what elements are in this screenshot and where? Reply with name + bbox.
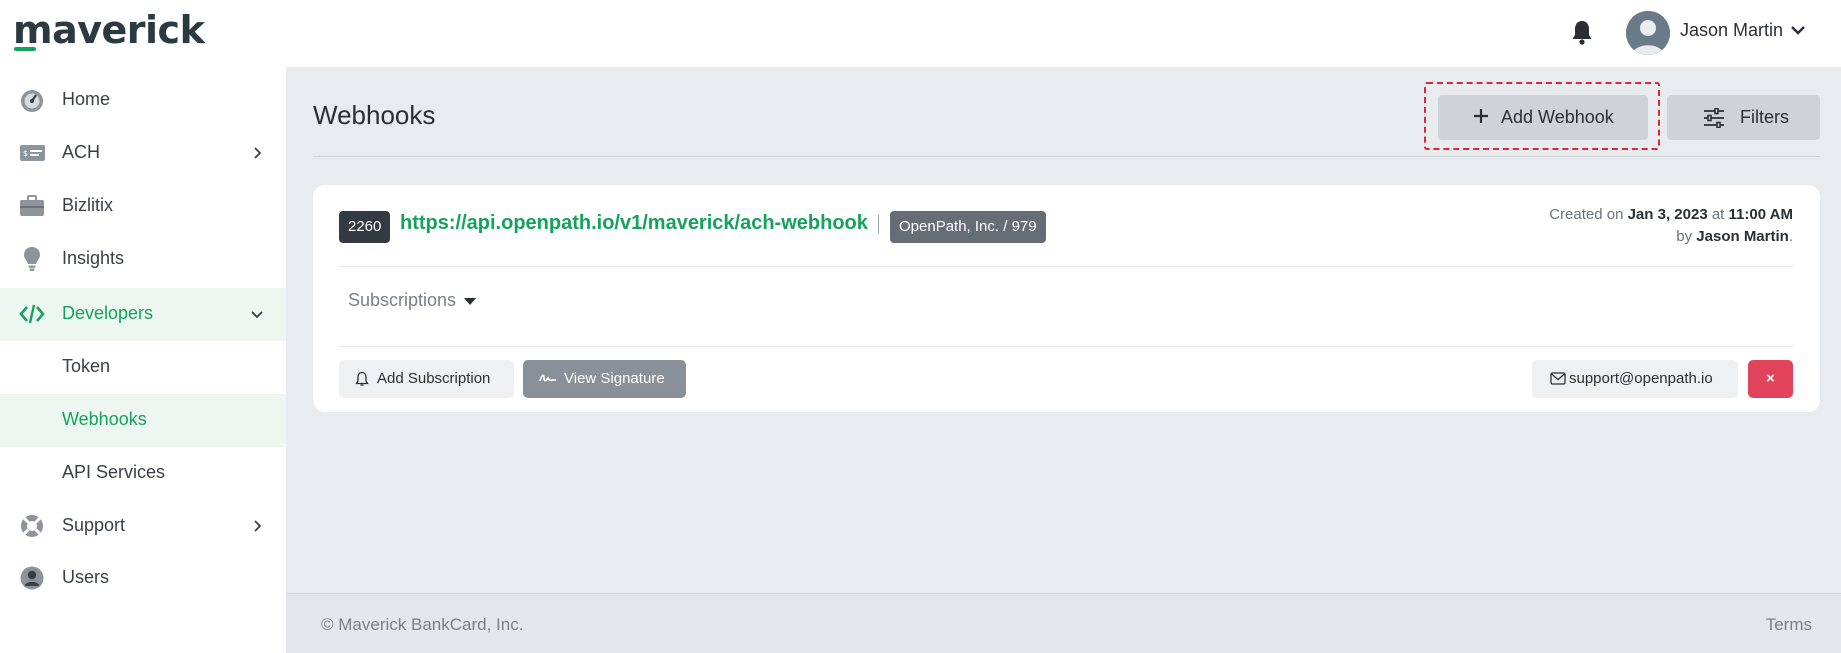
divider	[878, 215, 879, 233]
sidebar-item-label: Home	[62, 89, 111, 109]
add-webhook-button[interactable]: Add Webhook	[1438, 95, 1648, 140]
sidebar-item-ach[interactable]: $ ACH	[0, 127, 286, 180]
created-meta: Created on Jan 3, 2023 at 11:00 AM by Ja…	[1549, 206, 1793, 245]
webhook-id-badge: 2260	[339, 211, 391, 243]
maverick-logo[interactable]: maverick	[13, 6, 205, 54]
sidebar-item-bizlitix[interactable]: Bizlitix	[0, 180, 286, 233]
support-email-button[interactable]: support@openpath.io	[1532, 360, 1738, 398]
sidebar-item-home[interactable]: Home	[0, 74, 286, 127]
terms-link[interactable]: Terms	[1766, 615, 1812, 635]
footer: © Maverick BankCard, Inc. Terms	[286, 593, 1841, 653]
svg-text:$: $	[23, 149, 28, 158]
plus-icon	[1474, 109, 1488, 123]
user-silhouette-icon	[1626, 11, 1670, 55]
top-bar: maverick Jason Martin	[0, 0, 1841, 67]
sidebar-item-support[interactable]: Support	[0, 500, 286, 553]
sidebar-item-label: Users	[62, 567, 110, 587]
subscriptions-toggle[interactable]: Subscriptions	[348, 290, 456, 311]
lightbulb-icon	[24, 247, 40, 271]
lifebuoy-icon	[21, 515, 43, 537]
page-title: Webhooks	[313, 100, 436, 130]
add-subscription-button[interactable]: Add Subscription	[339, 360, 514, 398]
created-by: Jason Martin	[1696, 228, 1789, 245]
sidebar-item-label: Developers	[62, 303, 154, 323]
logo-accent	[14, 47, 36, 51]
sidebar: Home $ ACH Bizlitix Insights Developers …	[0, 67, 286, 653]
sidebar-item-webhooks[interactable]: Webhooks	[0, 394, 286, 447]
gauge-icon	[21, 90, 43, 112]
chevron-down-icon	[251, 311, 263, 319]
sidebar-item-users[interactable]: Users	[0, 552, 286, 605]
sidebar-item-label: ACH	[62, 142, 101, 162]
bell-icon[interactable]	[1571, 19, 1593, 45]
avatar[interactable]	[1626, 11, 1670, 55]
support-email-label: support@openpath.io	[1569, 370, 1713, 387]
created-prefix: Created on	[1549, 206, 1624, 223]
webhook-url-link[interactable]: https://api.openpath.io/v1/maverick/ach-…	[400, 212, 868, 235]
created-time: 11:00 AM	[1728, 206, 1793, 223]
briefcase-icon	[20, 195, 44, 216]
sidebar-item-label: Webhooks	[62, 409, 147, 429]
add-webhook-label: Add Webhook	[1501, 107, 1614, 127]
sidebar-item-token[interactable]: Token	[0, 341, 286, 394]
code-icon	[19, 304, 45, 324]
chevron-right-icon	[254, 147, 262, 159]
by-word: by	[1676, 228, 1693, 245]
sidebar-item-label: Insights	[62, 248, 125, 268]
organization-badge: OpenPath, Inc. / 979	[890, 211, 1046, 243]
chevron-right-icon	[254, 520, 262, 532]
user-name[interactable]: Jason Martin	[1680, 20, 1783, 41]
bell-outline-icon	[355, 371, 369, 386]
sidebar-item-label: API Services	[62, 462, 166, 482]
view-signature-label: View Signature	[564, 370, 665, 387]
header-divider	[313, 156, 1820, 157]
filters-button[interactable]: Filters	[1667, 95, 1820, 140]
created-date: Jan 3, 2023	[1627, 206, 1708, 223]
caret-down-icon[interactable]	[464, 298, 476, 306]
sidebar-item-label: Bizlitix	[62, 195, 114, 215]
created-at-word: at	[1711, 206, 1725, 223]
card-divider	[339, 346, 1794, 347]
sidebar-item-label: Token	[62, 356, 111, 376]
card-divider	[339, 266, 1794, 267]
copyright-text: © Maverick BankCard, Inc.	[321, 615, 524, 634]
envelope-icon	[1550, 372, 1566, 385]
delete-webhook-button[interactable]: ×	[1748, 360, 1793, 398]
signature-icon	[539, 374, 556, 382]
sidebar-item-label: Support	[62, 515, 126, 535]
view-signature-button[interactable]: View Signature	[523, 360, 686, 398]
sidebar-item-insights[interactable]: Insights	[0, 233, 286, 286]
user-circle-icon	[20, 566, 44, 590]
filters-label: Filters	[1740, 107, 1789, 127]
chevron-down-icon[interactable]	[1790, 24, 1806, 36]
sidebar-item-api-services[interactable]: API Services	[0, 447, 286, 500]
check-card-icon: $	[20, 145, 45, 161]
add-subscription-label: Add Subscription	[377, 370, 491, 387]
sidebar-item-developers[interactable]: Developers	[0, 288, 286, 341]
sliders-icon	[1704, 108, 1724, 128]
webhook-card: 2260 https://api.openpath.io/v1/maverick…	[313, 185, 1820, 412]
